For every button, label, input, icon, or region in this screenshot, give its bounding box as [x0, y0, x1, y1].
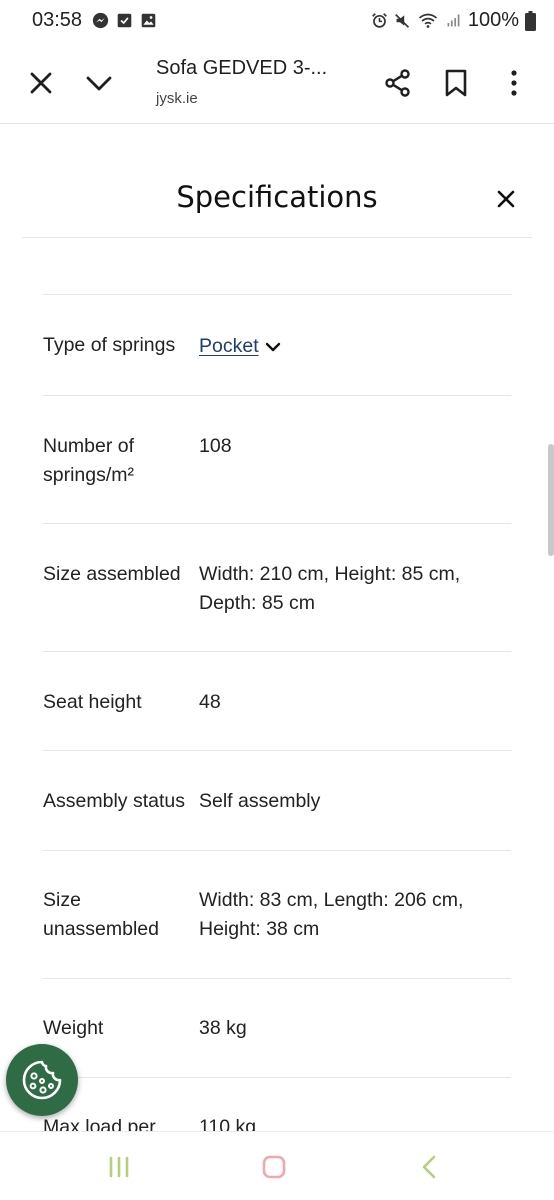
- custom-tab-toolbar: Sofa GEDVED 3-... jysk.ie: [0, 44, 554, 124]
- system-nav-bar: [0, 1131, 554, 1200]
- page-title: Sofa GEDVED 3-...: [156, 57, 328, 79]
- battery-percent: 100%: [467, 9, 519, 31]
- spec-row-weight: Weight 38 kg: [43, 979, 511, 1078]
- close-specifications-icon[interactable]: [494, 187, 518, 211]
- spec-value: Width: 210 cm, Height: 85 cm, Depth: 85 …: [199, 563, 461, 614]
- spec-label: Weight: [43, 1017, 104, 1039]
- notification-icons: [92, 12, 157, 29]
- cookie-settings-button[interactable]: [6, 1044, 78, 1116]
- status-time: 03:58: [32, 9, 83, 31]
- more-vert-icon[interactable]: [499, 68, 529, 98]
- status-bar: 03:58 100%: [0, 0, 554, 44]
- spec-label: Size unassembled: [43, 889, 159, 940]
- recent-apps-icon[interactable]: [104, 1152, 134, 1182]
- spec-label: Type of springs: [43, 334, 176, 356]
- scrollbar-thumb[interactable]: [548, 444, 554, 556]
- chevron-down-icon[interactable]: [265, 341, 281, 353]
- specifications-list: Type of springs Pocket Number of springs…: [43, 294, 511, 1178]
- alarm-icon: [371, 13, 387, 28]
- battery-icon: [525, 10, 536, 31]
- spec-value: 38 kg: [199, 1017, 247, 1039]
- spring-type-link[interactable]: Pocket: [199, 335, 259, 357]
- spec-value: Pocket: [199, 332, 511, 361]
- spec-row-size-assembled: Size assembled Width: 210 cm, Height: 85…: [43, 524, 511, 652]
- back-icon[interactable]: [415, 1152, 445, 1182]
- spec-label: Seat height: [43, 691, 142, 713]
- page-domain: jysk.ie: [156, 90, 198, 107]
- close-icon[interactable]: [26, 68, 56, 98]
- cookie-icon: [22, 1060, 62, 1100]
- system-icons: 100%: [371, 9, 536, 32]
- chevron-down-icon[interactable]: [84, 68, 114, 98]
- spec-label: Number of springs/m²: [43, 435, 135, 486]
- spec-value: 48: [199, 691, 221, 713]
- specifications-title: Specifications: [176, 180, 378, 214]
- spec-label: Size assembled: [43, 563, 181, 585]
- spec-row-springs-per-m2: Number of springs/m² 108: [43, 396, 511, 524]
- home-icon[interactable]: [259, 1152, 289, 1182]
- spec-row-type-of-springs: Type of springs Pocket: [43, 295, 511, 396]
- messenger-icon: [92, 12, 109, 29]
- signal-icon: [447, 14, 460, 27]
- share-icon[interactable]: [383, 68, 413, 98]
- specifications-header: Specifications: [22, 124, 532, 238]
- bookmark-icon[interactable]: [441, 68, 471, 98]
- spec-row-size-unassembled: Size unassembled Width: 83 cm, Length: 2…: [43, 851, 511, 979]
- spec-value: Width: 83 cm, Length: 206 cm, Height: 38…: [199, 889, 464, 940]
- spec-row-assembly-status: Assembly status Self assembly: [43, 751, 511, 851]
- mute-icon: [394, 13, 409, 28]
- spec-value: 108: [199, 435, 232, 457]
- spec-label: Assembly status: [43, 790, 185, 812]
- spec-value: Self assembly: [199, 790, 321, 812]
- check-box-icon: [117, 13, 132, 28]
- gallery-icon: [141, 13, 156, 28]
- spec-row-seat-height: Seat height 48: [43, 652, 511, 751]
- wifi-icon: [418, 13, 437, 28]
